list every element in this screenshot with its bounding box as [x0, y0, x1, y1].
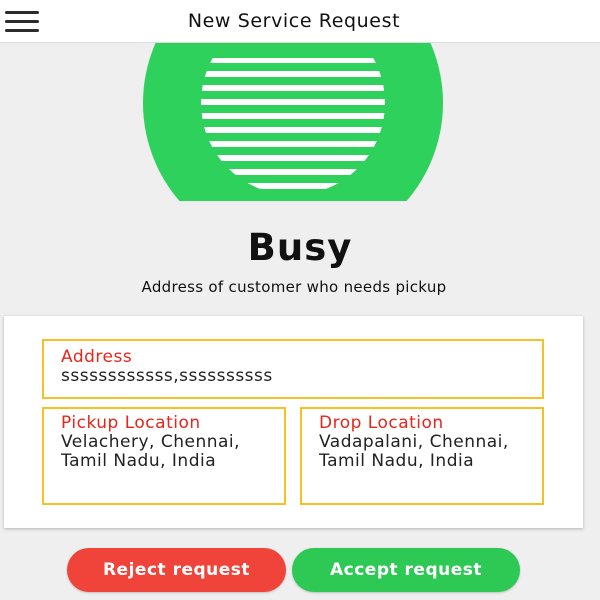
pickup-location-label: Pickup Location [61, 413, 201, 433]
drop-location-field: Drop Location Vadapalani, Chennai, Tamil… [300, 407, 544, 505]
address-field: Address ssssssssssss,ssssssssss [42, 339, 544, 399]
drop-location-value: Vadapalani, Chennai, Tamil Nadu, India [319, 432, 509, 471]
pickup-location-field: Pickup Location Velachery, Chennai, Tami… [42, 407, 286, 505]
striped-circle-icon [140, 43, 446, 201]
page-title: New Service Request [187, 10, 401, 32]
request-details-card: Address ssssssssssss,ssssssssss Pickup L… [4, 316, 583, 528]
pickup-subtitle: Address of customer who needs pickup [141, 278, 447, 296]
status-label: Busy [247, 226, 353, 269]
address-label: Address [61, 347, 133, 367]
top-bar: New Service Request [0, 0, 600, 43]
drop-location-label: Drop Location [319, 413, 444, 433]
reject-request-button[interactable]: Reject request [67, 548, 286, 592]
address-value: ssssssssssss,ssssssssss [61, 366, 273, 386]
accept-request-button[interactable]: Accept request [292, 548, 520, 592]
pickup-location-value: Velachery, Chennai, Tamil Nadu, India [61, 432, 241, 471]
